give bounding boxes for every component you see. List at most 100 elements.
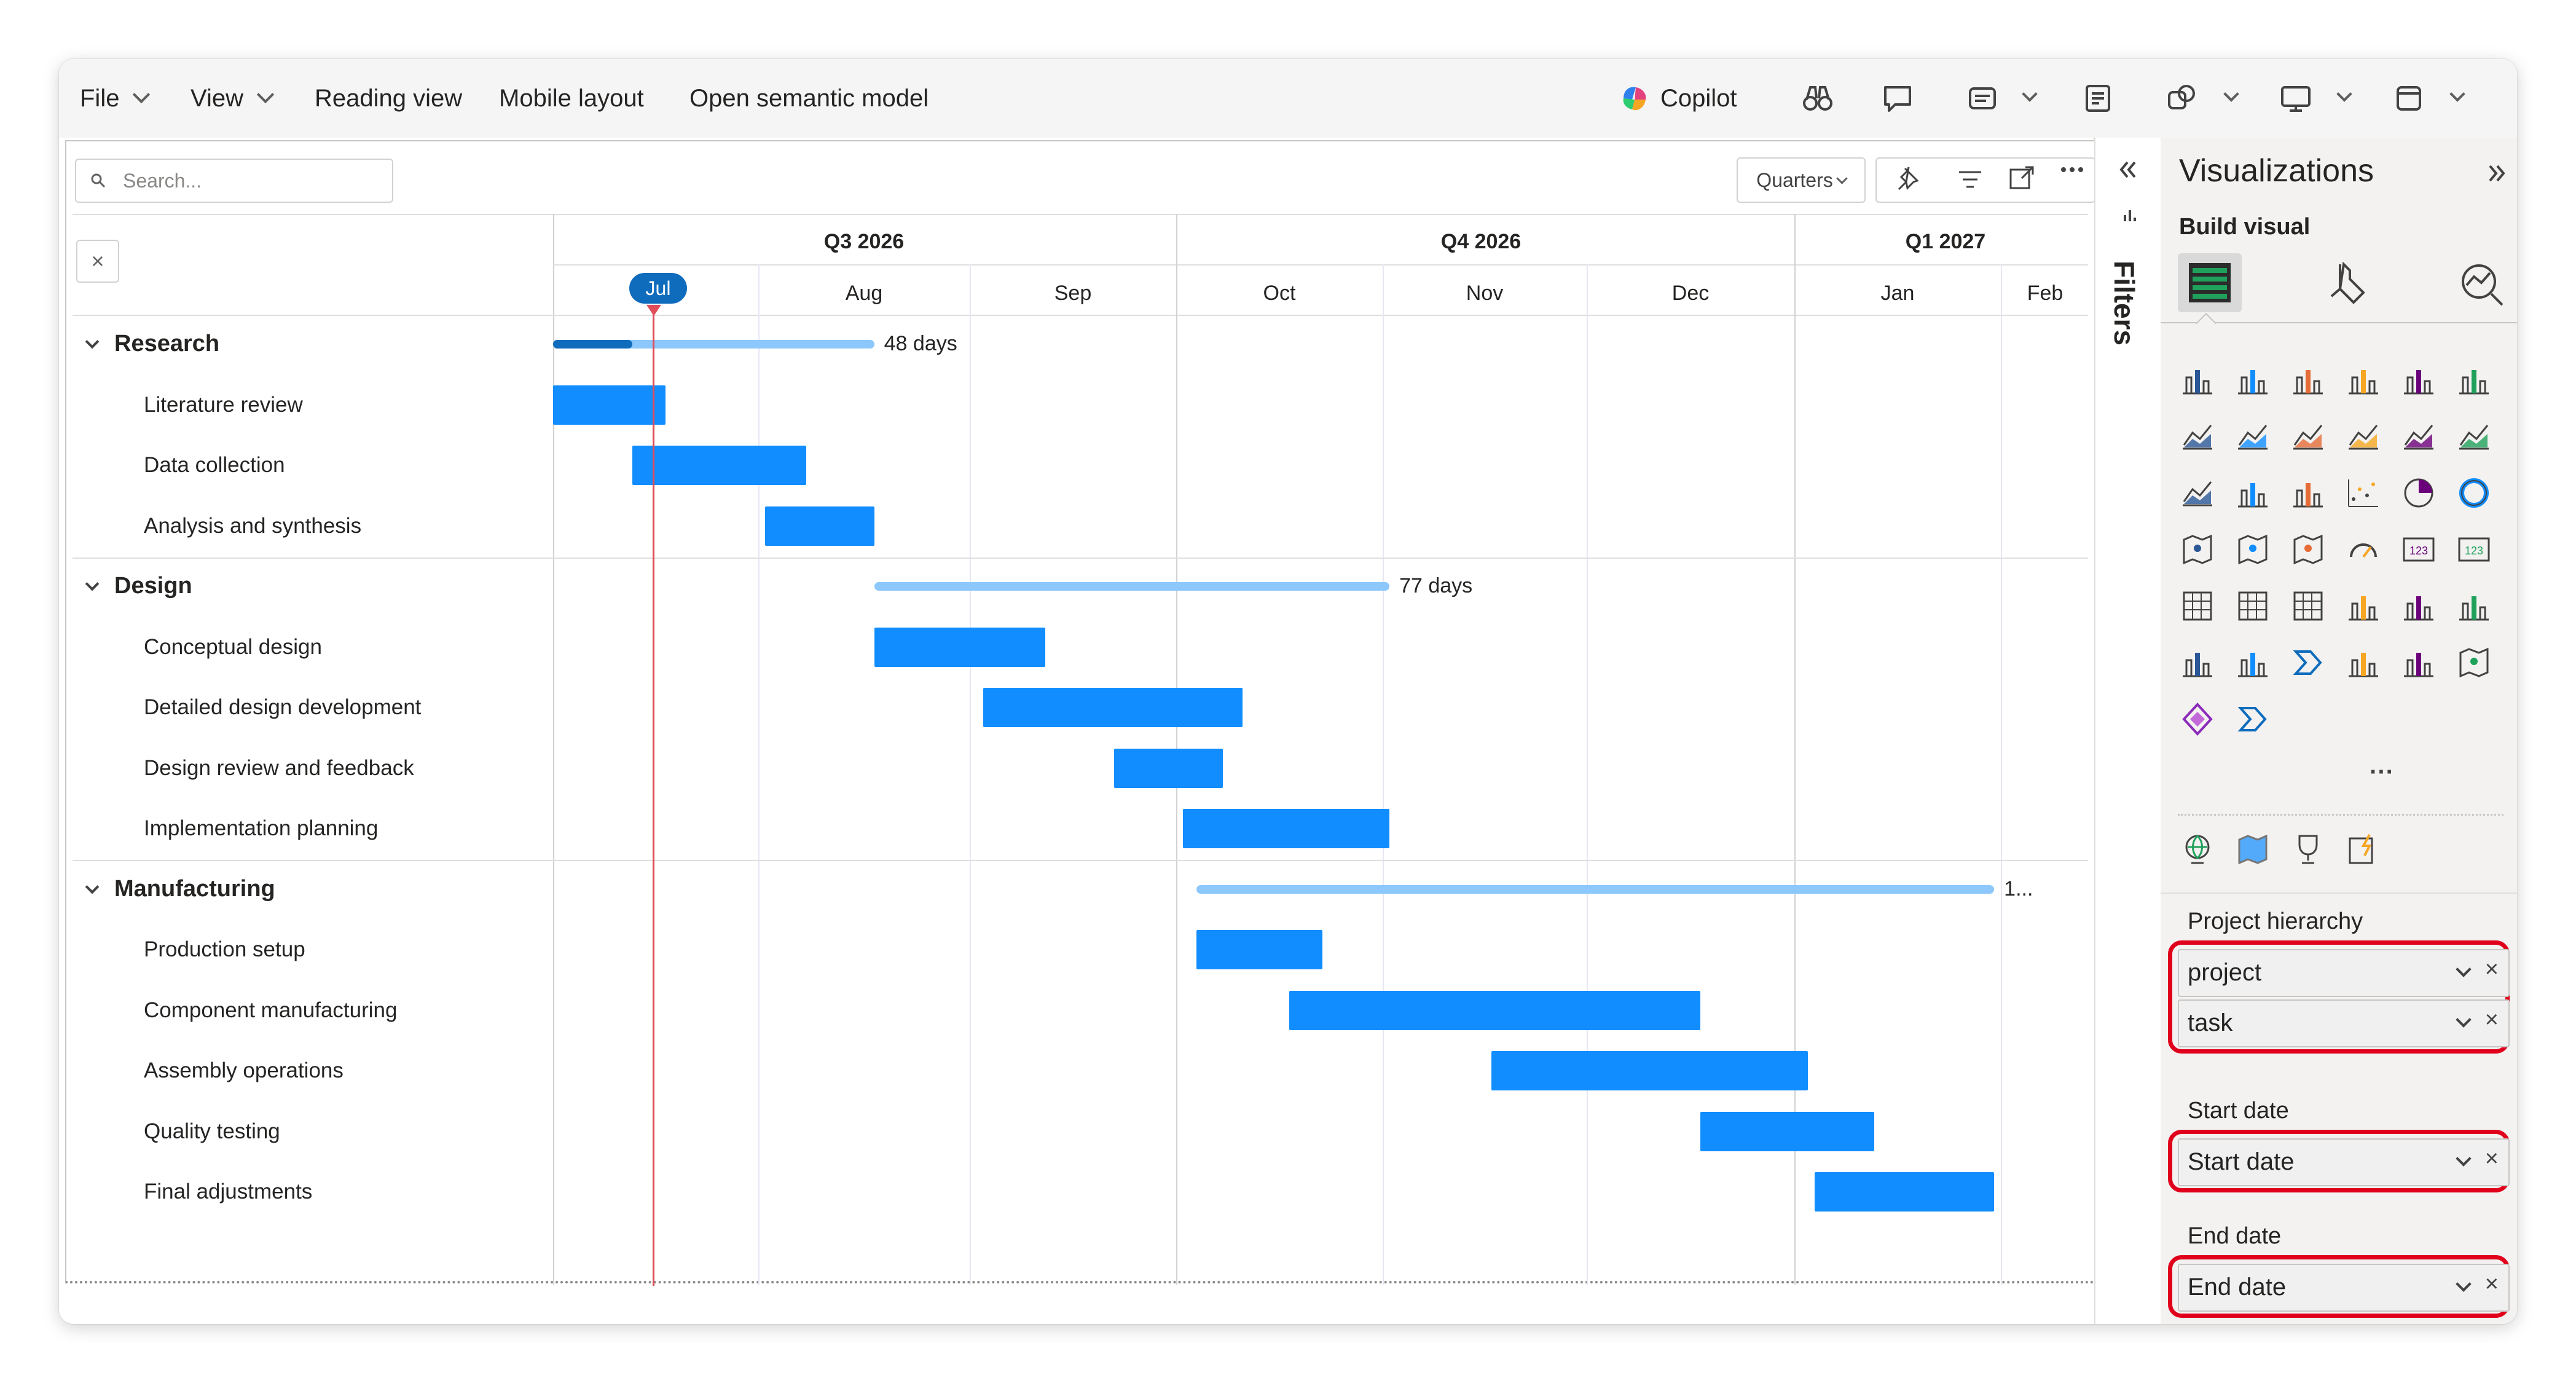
- waterfall-chart-icon[interactable]: [2234, 475, 2271, 511]
- more-options-icon[interactable]: [2057, 162, 2087, 182]
- chevron-down-icon[interactable]: [2456, 1012, 2472, 1028]
- chevron-down-icon[interactable]: [85, 577, 100, 591]
- binoculars-icon[interactable]: [1800, 81, 1835, 116]
- window-icon[interactable]: [2392, 81, 2426, 116]
- ribbon-chart-icon[interactable]: [2179, 475, 2216, 511]
- smart-narrative-icon[interactable]: [2345, 831, 2382, 868]
- 100-stacked-column-chart-icon[interactable]: [2456, 361, 2492, 398]
- arcgis-map-icon[interactable]: [2456, 644, 2492, 681]
- chevron-down-icon[interactable]: [2223, 86, 2239, 102]
- analytics-icon[interactable]: [2456, 258, 2507, 310]
- present-icon[interactable]: [2279, 81, 2313, 116]
- task-bar[interactable]: [1700, 1111, 1875, 1151]
- decomposition-tree-icon[interactable]: [2345, 588, 2382, 625]
- clustered-bar-chart-icon[interactable]: [2290, 361, 2327, 398]
- task-label[interactable]: Implementation planning: [144, 816, 378, 841]
- area-chart-icon[interactable]: [2234, 418, 2271, 455]
- notes-icon[interactable]: [2081, 81, 2115, 116]
- 100-stacked-bar-chart-icon[interactable]: [2400, 361, 2437, 398]
- image-icon[interactable]: [2345, 644, 2382, 681]
- power-automate-icon[interactable]: [2290, 644, 2327, 681]
- more-visuals-button[interactable]: ···: [2370, 758, 2394, 786]
- key-influencers-icon[interactable]: [2400, 588, 2437, 625]
- task-bar[interactable]: [765, 506, 874, 546]
- field-pill[interactable]: project ×: [2178, 949, 2510, 997]
- scatter-chart-icon[interactable]: [2345, 475, 2382, 511]
- pin-icon[interactable]: [1893, 164, 1922, 193]
- group-summary-bar[interactable]: [1196, 885, 1995, 894]
- remove-field-icon[interactable]: ×: [2485, 956, 2499, 983]
- task-bar[interactable]: [1491, 1051, 1808, 1090]
- focus-mode-icon[interactable]: [2007, 164, 2036, 193]
- stacked-column-chart-icon[interactable]: [2234, 361, 2271, 398]
- treemap-icon[interactable]: [2179, 531, 2216, 568]
- task-bar[interactable]: [1814, 1172, 1995, 1212]
- group-label[interactable]: Manufacturing: [114, 876, 275, 902]
- reading-view-button[interactable]: Reading view: [315, 59, 462, 138]
- task-label[interactable]: Detailed design development: [144, 695, 421, 720]
- remove-field-icon[interactable]: ×: [2485, 1271, 2499, 1298]
- field-pill[interactable]: End date ×: [2178, 1264, 2510, 1312]
- field-pill[interactable]: Start date ×: [2178, 1138, 2510, 1186]
- task-label[interactable]: Data collection: [144, 453, 285, 478]
- task-bar[interactable]: [1289, 990, 1701, 1030]
- gantt-custom-icon[interactable]: [2400, 644, 2437, 681]
- donut-chart-icon[interactable]: [2456, 475, 2492, 511]
- chevron-down-icon[interactable]: [85, 880, 100, 894]
- trophy-icon[interactable]: [2290, 831, 2327, 868]
- group-label[interactable]: Research: [114, 331, 219, 357]
- clustered-column-chart-icon[interactable]: [2345, 361, 2382, 398]
- task-label[interactable]: Final adjustments: [144, 1180, 312, 1204]
- chevron-down-icon[interactable]: [85, 334, 100, 349]
- task-label[interactable]: Quality testing: [144, 1119, 280, 1144]
- task-label[interactable]: Literature review: [144, 393, 303, 417]
- pie-chart-icon[interactable]: [2400, 475, 2437, 511]
- chevron-down-icon[interactable]: [2456, 1151, 2472, 1167]
- task-bar[interactable]: [1196, 930, 1323, 969]
- double-chevron-left-icon[interactable]: [2114, 156, 2141, 183]
- table-icon[interactable]: [2234, 588, 2271, 625]
- task-label[interactable]: Conceptual design: [144, 635, 322, 660]
- r-visual-icon[interactable]: [2179, 644, 2216, 681]
- task-label[interactable]: Production setup: [144, 937, 305, 962]
- paginated-report-icon[interactable]: [2456, 588, 2492, 625]
- stacked-bar-chart-icon[interactable]: [2179, 361, 2216, 398]
- funnel-chart-icon[interactable]: [2290, 475, 2327, 511]
- comment-icon[interactable]: [1880, 81, 1915, 116]
- remove-field-icon[interactable]: ×: [2485, 1007, 2499, 1033]
- mobile-layout-button[interactable]: Mobile layout: [499, 59, 644, 138]
- filled-map-icon[interactable]: [2234, 831, 2271, 868]
- filters-pane-collapsed[interactable]: Filters: [2094, 138, 2162, 1324]
- task-label[interactable]: Component manufacturing: [144, 998, 397, 1023]
- chevron-down-icon[interactable]: [2456, 1276, 2472, 1292]
- gantt-visual[interactable]: Search... Quarters × Q3 2026 Q4 2026 Q1 …: [65, 140, 2095, 1286]
- remove-field-icon[interactable]: ×: [2485, 1146, 2499, 1172]
- search-input[interactable]: Search...: [75, 159, 393, 203]
- task-label[interactable]: Design review and feedback: [144, 756, 414, 781]
- time-scale-select[interactable]: Quarters: [1737, 157, 1866, 203]
- task-bar[interactable]: [1182, 809, 1390, 848]
- task-label[interactable]: Assembly operations: [144, 1058, 344, 1083]
- task-bar[interactable]: [1114, 748, 1223, 788]
- stacked-area-chart-icon[interactable]: [2290, 418, 2327, 455]
- power-apps-icon[interactable]: [2179, 701, 2216, 738]
- collapse-all-button[interactable]: ×: [76, 240, 119, 283]
- file-menu[interactable]: File: [80, 59, 151, 138]
- chevron-down-icon[interactable]: [2449, 86, 2465, 102]
- map-icon[interactable]: [2234, 531, 2271, 568]
- task-bar[interactable]: [632, 446, 806, 485]
- chevron-down-icon[interactable]: [2456, 961, 2472, 977]
- subscribe-icon[interactable]: [1965, 81, 2000, 116]
- task-bar[interactable]: [874, 627, 1046, 667]
- double-chevron-right-icon[interactable]: [2484, 161, 2508, 186]
- task-bar[interactable]: [983, 688, 1243, 727]
- group-label[interactable]: Design: [114, 573, 192, 599]
- format-visual-icon[interactable]: [2322, 258, 2373, 310]
- task-label[interactable]: Analysis and synthesis: [144, 514, 361, 538]
- 100-stacked-area-chart-icon[interactable]: [2345, 418, 2382, 455]
- filter-icon[interactable]: [1955, 166, 1985, 195]
- gauge-icon[interactable]: [2345, 531, 2382, 568]
- chevron-down-icon[interactable]: [2336, 86, 2352, 102]
- azure-map-icon[interactable]: [2290, 531, 2327, 568]
- card-icon[interactable]: 123: [2400, 531, 2437, 568]
